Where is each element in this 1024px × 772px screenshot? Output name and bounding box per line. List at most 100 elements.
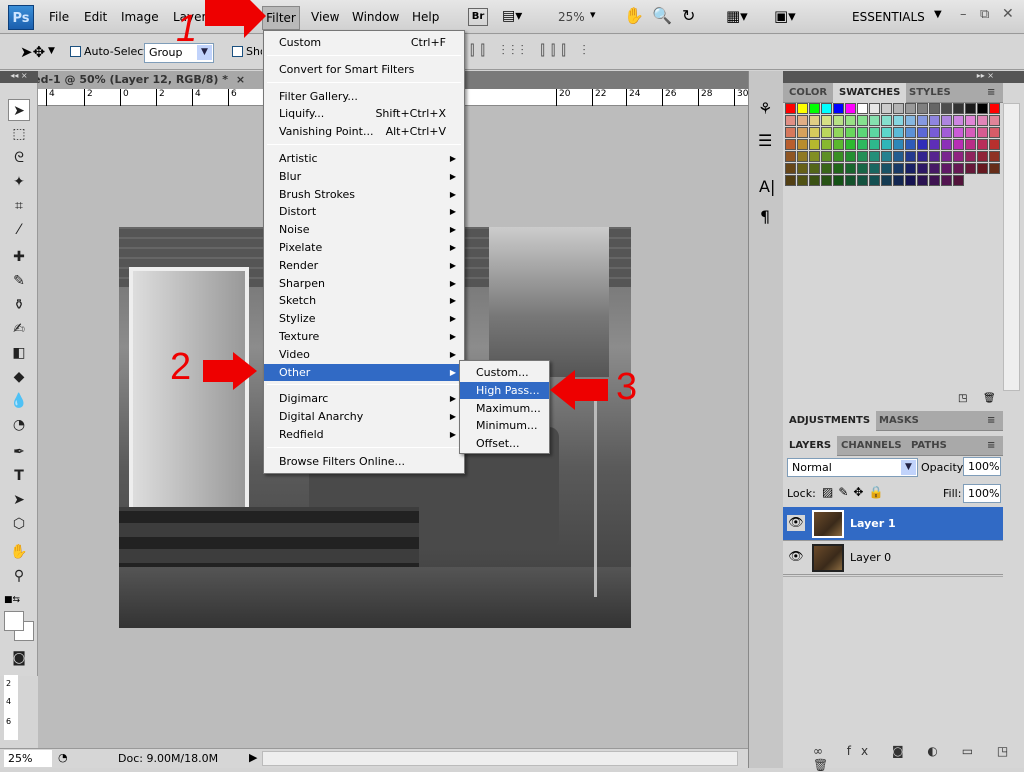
color-swatch[interactable] [833, 115, 844, 126]
submenu-item-offset[interactable]: Offset... [460, 435, 549, 452]
show-transform-checkbox[interactable] [232, 46, 243, 57]
path-selection-tool-icon[interactable]: ➤ [8, 489, 30, 511]
status-menu-arrow-icon[interactable]: ▶ [249, 751, 257, 764]
color-swatch[interactable] [893, 115, 904, 126]
color-swatch[interactable] [929, 163, 940, 174]
screen-mode-icon[interactable]: ▣▾ [774, 7, 796, 25]
submenu-item-minimum[interactable]: Minimum... [460, 417, 549, 434]
menu-item-digimarc[interactable]: Digimarc ▶ [264, 390, 464, 407]
menu-view[interactable]: View [311, 10, 339, 24]
menu-item-convert-for-smart-filters[interactable]: Convert for Smart Filters [264, 61, 464, 78]
color-swatch[interactable] [869, 115, 880, 126]
dodge-tool-icon[interactable]: ◔ [8, 414, 30, 436]
color-swatch[interactable] [953, 151, 964, 162]
rotate-view-icon[interactable]: ↻ [682, 6, 695, 25]
tab-layers[interactable]: LAYERS [783, 436, 838, 456]
align-icons[interactable]: ⫿⫿ ⫶⫶⫶ ⫿⫿⫿ ⫶ [470, 43, 592, 59]
color-swatch[interactable] [797, 127, 808, 138]
color-swatch[interactable] [941, 175, 952, 186]
menu-item-filter-gallery[interactable]: Filter Gallery... [264, 88, 464, 105]
color-swatch[interactable] [941, 163, 952, 174]
quick-mask-icon[interactable]: ◙ [8, 647, 30, 669]
menu-edit[interactable]: Edit [84, 10, 107, 24]
color-swatch[interactable] [785, 175, 796, 186]
color-swatch[interactable] [941, 103, 952, 114]
clone-stamp-tool-icon[interactable]: ⚱ [8, 294, 30, 316]
color-swatch[interactable] [845, 115, 856, 126]
fill-field[interactable]: 100% [963, 484, 1001, 503]
menu-item-blur[interactable]: Blur ▶ [264, 168, 464, 185]
color-swatch[interactable] [905, 139, 916, 150]
tab-channels[interactable]: CHANNELS [835, 436, 908, 456]
magic-wand-tool-icon[interactable]: ✦ [8, 171, 30, 193]
color-swatch[interactable] [989, 151, 1000, 162]
paint-bucket-tool-icon[interactable]: ◆ [8, 366, 30, 388]
close-icon[interactable]: ✕ [1002, 6, 1014, 22]
color-swatch[interactable] [977, 127, 988, 138]
default-colors-icon[interactable]: ■⇆ [4, 595, 20, 605]
submenu-item-maximum[interactable]: Maximum... [460, 400, 549, 417]
color-swatch[interactable] [809, 103, 820, 114]
menu-item-liquify[interactable]: Liquify... Shift+Ctrl+X [264, 105, 464, 122]
color-swatch[interactable] [953, 103, 964, 114]
menu-item-artistic[interactable]: Artistic ▶ [264, 150, 464, 167]
color-swatch[interactable] [785, 139, 796, 150]
document-tab[interactable]: Untitled-1 @ 50% (Layer 12, RGB/8) * × [38, 71, 278, 89]
history-brush-tool-icon[interactable]: ✍ [8, 318, 30, 340]
swatches-grid[interactable] [785, 103, 1001, 193]
color-swatch[interactable] [941, 139, 952, 150]
color-swatch[interactable] [953, 139, 964, 150]
chevron-down-icon[interactable]: ▼ [934, 9, 942, 20]
panel-menu-icon[interactable]: ≡ [981, 83, 1001, 103]
color-swatch[interactable] [905, 115, 916, 126]
color-swatch[interactable] [797, 163, 808, 174]
visibility-eye-icon[interactable]: 👁 [787, 515, 805, 531]
color-swatch[interactable] [989, 127, 1000, 138]
color-swatch[interactable] [917, 139, 928, 150]
restore-icon[interactable]: ⧉ [980, 7, 989, 22]
color-swatch[interactable] [857, 103, 868, 114]
color-swatch[interactable] [929, 151, 940, 162]
color-swatch[interactable] [953, 163, 964, 174]
color-swatch[interactable] [941, 151, 952, 162]
color-swatch[interactable] [857, 151, 868, 162]
color-swatch[interactable] [917, 115, 928, 126]
menu-item-digital-anarchy[interactable]: Digital Anarchy ▶ [264, 408, 464, 425]
color-swatch[interactable] [809, 163, 820, 174]
color-swatch[interactable] [977, 103, 988, 114]
menu-item-brush-strokes[interactable]: Brush Strokes ▶ [264, 186, 464, 203]
color-swatch[interactable] [881, 115, 892, 126]
tab-color[interactable]: COLOR [783, 83, 833, 103]
layer-row[interactable]: 👁 Layer 1 [783, 507, 1003, 541]
color-swatch[interactable] [929, 103, 940, 114]
color-swatch[interactable] [965, 127, 976, 138]
healing-brush-tool-icon[interactable]: ✚ [8, 246, 30, 268]
color-swatch[interactable] [869, 175, 880, 186]
color-swatch[interactable] [845, 175, 856, 186]
menu-item-other[interactable]: Other ▶ [264, 363, 464, 381]
color-swatch[interactable] [785, 103, 796, 114]
pen-tool-icon[interactable]: ✒ [8, 441, 30, 463]
color-swatch[interactable] [905, 175, 916, 186]
color-swatch[interactable] [821, 127, 832, 138]
color-swatch[interactable] [893, 103, 904, 114]
color-swatch[interactable] [833, 163, 844, 174]
color-swatch[interactable] [881, 139, 892, 150]
tab-adjustments[interactable]: ADJUSTMENTS [783, 411, 877, 431]
visibility-eye-icon[interactable]: 👁 [787, 549, 805, 565]
color-swatch[interactable] [809, 115, 820, 126]
color-swatch[interactable] [881, 151, 892, 162]
color-swatch[interactable] [977, 151, 988, 162]
tab-paths[interactable]: PATHS [905, 436, 953, 456]
horizontal-scrollbar[interactable] [262, 751, 738, 766]
color-swatch[interactable] [857, 175, 868, 186]
color-swatch[interactable] [845, 127, 856, 138]
color-swatch[interactable] [893, 127, 904, 138]
bridge-button[interactable]: Br [468, 8, 488, 26]
color-swatch[interactable] [953, 115, 964, 126]
opacity-field[interactable]: 100% [963, 457, 1001, 476]
color-swatch[interactable] [833, 103, 844, 114]
color-swatch[interactable] [917, 163, 928, 174]
color-swatch[interactable] [857, 139, 868, 150]
color-swatch[interactable] [797, 115, 808, 126]
